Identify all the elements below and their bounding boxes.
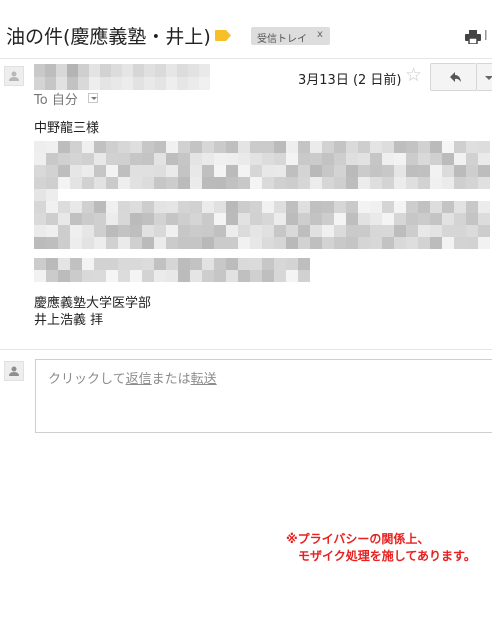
reply-prompt-prefix: クリックして — [48, 372, 126, 387]
message-date: 3月13日 (2 日前) — [298, 73, 402, 88]
signature-name: 井上浩義 拝 — [34, 313, 104, 328]
reply-compose-box[interactable]: クリックして返信または転送 — [35, 359, 492, 433]
email-subject: 油の件(慶應義塾・井上) — [6, 26, 211, 48]
inbox-label-text: 受信トレイ — [257, 34, 307, 45]
show-details-button[interactable] — [88, 93, 98, 103]
reply-button[interactable] — [430, 63, 477, 91]
sender-avatar — [4, 66, 24, 86]
message-greeting: 中野龍三様 — [34, 121, 100, 136]
person-icon — [9, 366, 19, 376]
more-options-button[interactable] — [477, 63, 492, 91]
reply-prompt-middle: または — [151, 372, 191, 387]
forward-link[interactable]: 転送 — [191, 372, 217, 387]
star-icon[interactable]: ☆ — [405, 64, 422, 86]
chevron-down-icon — [91, 97, 97, 100]
my-avatar — [4, 361, 24, 381]
more-actions-icon[interactable]: l — [484, 29, 488, 44]
person-icon — [9, 71, 19, 81]
label-tag-icon[interactable] — [215, 30, 231, 41]
privacy-notice-line1: ※プライバシーの関係上、 — [286, 532, 430, 546]
privacy-notice-line2: モザイク処理を施してあります。 — [298, 549, 476, 563]
inbox-label-chip[interactable]: 受信トレイ x — [251, 27, 330, 45]
sender-name-mosaic — [34, 64, 221, 90]
message-divider — [0, 349, 492, 350]
remove-label-button[interactable]: x — [317, 29, 323, 40]
reply-arrow-icon — [450, 72, 461, 82]
print-icon[interactable] — [465, 30, 481, 44]
message-body-mosaic — [34, 141, 490, 249]
reply-link[interactable]: 返信 — [126, 372, 152, 387]
message-body-mosaic-line — [34, 258, 310, 282]
chevron-down-icon — [485, 76, 492, 80]
reply-prompt: クリックして返信または転送 — [48, 368, 217, 387]
recipient-line: To 自分 — [34, 93, 78, 108]
header-divider — [0, 58, 492, 59]
